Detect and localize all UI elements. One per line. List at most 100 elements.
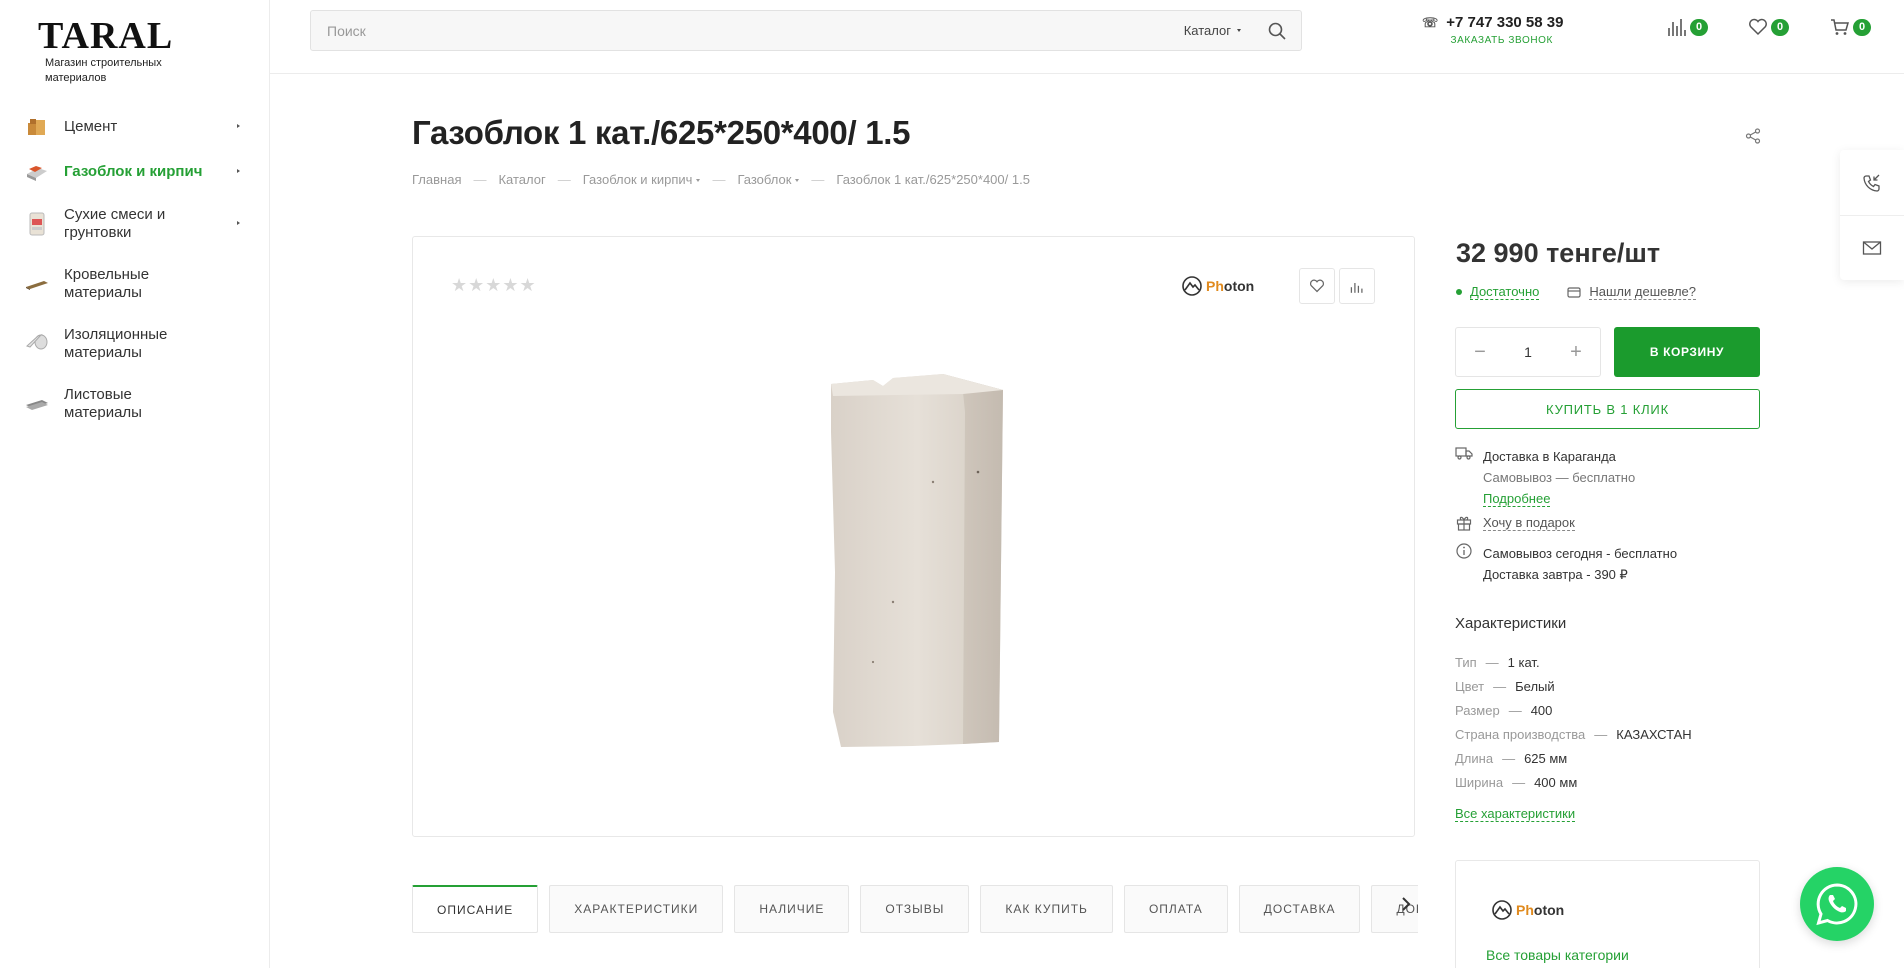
gift-link[interactable]: Хочу в подарок: [1483, 515, 1575, 531]
logo-subtitle: Магазин строительных материалов: [45, 57, 162, 84]
sidebar-item-4[interactable]: Изоляционные материалы: [0, 314, 270, 374]
chevron-right-icon: [1402, 897, 1411, 911]
breadcrumb-item[interactable]: Каталог: [498, 172, 545, 187]
characteristic-separator: —: [1508, 702, 1522, 718]
characteristic-name: Страна производства: [1455, 726, 1586, 742]
catalog-menu: Цемент Газоблок и кирпич Сухие смеси и гру…: [0, 104, 270, 434]
callback-request-button[interactable]: [1840, 150, 1904, 215]
favorites-button[interactable]: 0: [1748, 18, 1789, 36]
rating-stars[interactable]: ★★★★★: [451, 275, 537, 296]
delivery-tomorrow: Доставка завтра - 390 ₽: [1483, 567, 1628, 582]
characteristic-value: 400 мм: [1534, 774, 1578, 790]
phone-incoming-icon: [1863, 174, 1880, 192]
characteristic-separator: —: [1485, 654, 1499, 670]
tab-1[interactable]: ХАРАКТЕРИСТИКИ: [549, 885, 724, 933]
decrease-quantity-button[interactable]: −: [1456, 328, 1504, 376]
sidebar-item-label: Цемент: [64, 117, 118, 135]
page-title: Газоблок 1 кат./625*250*400/ 1.5: [412, 114, 911, 151]
all-characteristics-link[interactable]: Все характеристики: [1455, 806, 1576, 822]
sidebar-item-3[interactable]: Кровельные материалы: [0, 254, 270, 314]
characteristic-value: 625 мм: [1524, 750, 1568, 766]
mail-icon: [1862, 241, 1882, 255]
add-to-compare-button[interactable]: [1339, 268, 1375, 304]
delivery-more-link[interactable]: Подробнее: [1483, 491, 1551, 507]
sidebar-item-0[interactable]: Цемент: [0, 104, 270, 149]
phone-link[interactable]: ☏ +7 747 330 58 39: [1422, 14, 1563, 31]
tabs-next-button[interactable]: [1400, 896, 1412, 917]
search-icon: [1268, 22, 1286, 40]
callback-link[interactable]: ЗАКАЗАТЬ ЗВОНОК: [1440, 35, 1563, 46]
found-cheaper-link[interactable]: Нашли дешевле?: [1589, 284, 1697, 300]
header: Каталог ☏ +7 747 330 58 39 ЗАКАЗАТЬ ЗВОН…: [270, 0, 1904, 74]
search-button[interactable]: [1259, 11, 1295, 50]
brand-card: Photon Все товары категории: [1455, 860, 1760, 968]
tab-0[interactable]: ОПИСАНИЕ: [412, 885, 539, 933]
compare-button[interactable]: 0: [1667, 18, 1708, 36]
tab-2[interactable]: НАЛИЧИЕ: [734, 885, 850, 933]
brand-card-logo[interactable]: Photon: [1491, 899, 1564, 921]
tab-4[interactable]: КАК КУПИТЬ: [980, 885, 1113, 933]
sidebar-item-label: Газоблок и кирпич: [64, 162, 203, 180]
submenu-arrow-icon: [237, 123, 240, 128]
chevron-down-icon: [795, 179, 800, 183]
tab-6[interactable]: ДОСТАВКА: [1238, 885, 1361, 933]
brand-logo[interactable]: Photon: [1181, 275, 1254, 297]
sidebar-item-1[interactable]: Газоблок и кирпич: [0, 149, 270, 194]
breadcrumb-label: Газоблок и кирпич: [582, 172, 693, 187]
product-image[interactable]: [813, 372, 1043, 777]
characteristic-value: 1 кат.: [1507, 654, 1540, 670]
gift-icon: [1456, 516, 1472, 531]
breadcrumb: Главная — Каталог — Газоблок и кирпич — Газобл…: [412, 172, 1030, 187]
sidebar-item-2[interactable]: Сухие смеси и грунтовки: [0, 194, 270, 254]
characteristic-name: Ширина: [1455, 774, 1504, 790]
breadcrumb-item[interactable]: Газоблок 1 кат./625*250*400/ 1.5: [836, 172, 1030, 187]
buy-one-click-button[interactable]: КУПИТЬ В 1 КЛИК: [1455, 389, 1760, 429]
characteristic-row: Размер — 400: [1455, 698, 1692, 722]
breadcrumb-separator: —: [473, 172, 487, 187]
roofing-icon: [24, 271, 50, 297]
heart-icon: [1749, 18, 1767, 36]
favorites-count-badge: 0: [1771, 18, 1789, 36]
logo-title: TARAL: [38, 15, 174, 57]
chevron-down-icon: [1237, 29, 1241, 32]
share-button[interactable]: [1745, 128, 1761, 149]
characteristics-title: Характеристики: [1455, 615, 1567, 632]
cart-button[interactable]: 0: [1830, 18, 1871, 36]
sidebar-item-5[interactable]: Листовые материалы: [0, 374, 270, 434]
increase-quantity-button[interactable]: +: [1552, 328, 1600, 376]
quantity-input[interactable]: [1504, 328, 1552, 376]
tab-3[interactable]: ОТЗЫВЫ: [860, 885, 970, 933]
truck-icon: [1455, 447, 1473, 460]
search-catalog-dropdown[interactable]: Каталог: [1184, 23, 1241, 38]
characteristics-list: Тип —1 кат. Цвет — Белый Размер —400 Страна про…: [1455, 650, 1692, 794]
breadcrumb-item[interactable]: Газоблок: [737, 172, 800, 187]
breadcrumb-item[interactable]: Главная: [412, 172, 461, 187]
all-category-items-link[interactable]: Все товары категории: [1486, 947, 1629, 963]
characteristic-row: Длина — 625 мм: [1455, 746, 1692, 770]
characteristic-name: Размер: [1455, 702, 1500, 718]
chevron-down-icon: [696, 179, 701, 183]
stock-status-link[interactable]: Достаточно: [1470, 284, 1540, 300]
gift-row: Хочу в подарок: [1455, 515, 1575, 531]
phone-number: +7 747 330 58 39: [1446, 14, 1564, 31]
breadcrumb-item[interactable]: Газоблок и кирпич: [583, 172, 701, 187]
dry-mix-bag-icon: [24, 211, 50, 237]
phone-icon: ☏: [1422, 14, 1439, 30]
tab-5[interactable]: ОПЛАТА: [1123, 885, 1228, 933]
sidebar: TARAL Магазин строительных материалов Це…: [0, 0, 270, 968]
search-input[interactable]: [311, 11, 1184, 50]
store-logo[interactable]: TARAL Магазин строительных материалов: [38, 15, 185, 86]
whatsapp-chat-button[interactable]: [1800, 867, 1874, 941]
email-us-button[interactable]: [1840, 215, 1904, 280]
sidebar-item-label: Изоляционные материалы: [64, 326, 168, 361]
pickup-info: Самовывоз сегодня - бесплатно Доставка з…: [1455, 543, 1677, 585]
product-price: 32 990 тенге/шт: [1456, 238, 1661, 268]
insulation-roll-icon: [24, 331, 50, 357]
sidebar-item-label: Кровельные материалы: [64, 266, 150, 301]
stock-status-dot: [1456, 289, 1462, 295]
breadcrumb-label: Газоблок 1 кат./625*250*400/ 1.5: [836, 172, 1030, 187]
add-to-cart-button[interactable]: В КОРЗИНУ: [1614, 327, 1760, 377]
brick-icon: [24, 159, 50, 185]
characteristic-row: Цвет — Белый: [1455, 674, 1692, 698]
add-to-favorites-button[interactable]: [1299, 268, 1335, 304]
